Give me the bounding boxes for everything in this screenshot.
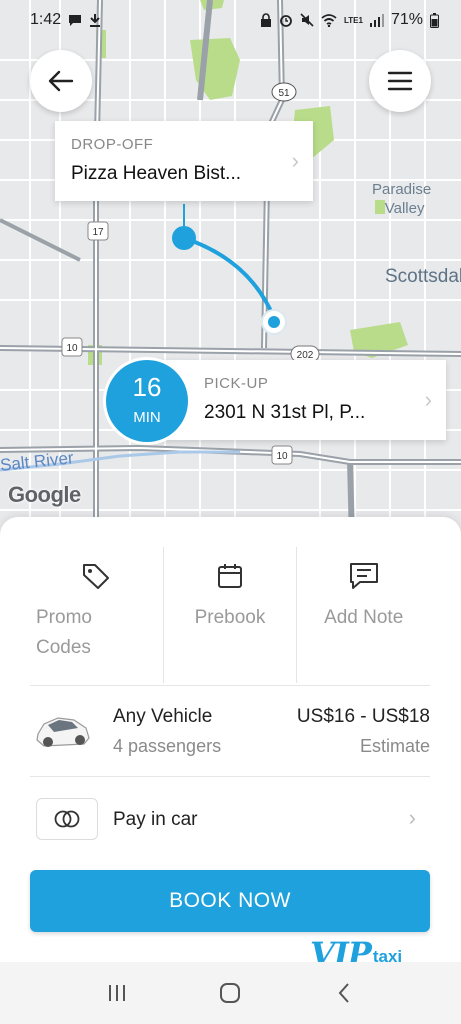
- lock-icon: [261, 13, 271, 27]
- status-bar: 1:42 LTE1 71%: [0, 0, 461, 40]
- shield-17: 17: [92, 227, 104, 238]
- dropoff-address: Pizza Heaven Bist...: [71, 163, 242, 184]
- book-now-button[interactable]: BOOK NOW: [30, 870, 430, 932]
- map-view[interactable]: 17 51 10 202 10 Paradise Valley Scottsda…: [0, 0, 461, 540]
- chevron-right-icon: ›: [291, 148, 299, 173]
- arrow-left-icon: [48, 70, 74, 92]
- back-chevron-icon: [338, 983, 349, 1003]
- shield-10b: 10: [276, 451, 288, 462]
- pickup-card[interactable]: PICK-UP 2301 N 31st Pl, P... ›: [150, 360, 446, 440]
- chevron-right-icon: ›: [424, 387, 432, 412]
- chevron-right-icon: ›: [408, 805, 416, 830]
- car-icon: [36, 717, 90, 747]
- dropoff-label: DROP-OFF: [71, 136, 154, 153]
- hamburger-icon: [387, 71, 413, 91]
- download-icon: [90, 14, 101, 27]
- vehicle-selector[interactable]: Any Vehicle 4 passengers US$16 - US$18 E…: [30, 694, 430, 774]
- battery-percent: 71%: [390, 11, 423, 28]
- add-note-button[interactable]: Add Note: [296, 547, 430, 683]
- mute-icon: [300, 13, 314, 27]
- eta-unit: MIN: [133, 409, 161, 426]
- system-back-button[interactable]: [324, 973, 364, 1013]
- vehicle-passengers: 4 passengers: [113, 736, 222, 756]
- signal-icon: [369, 13, 384, 27]
- payment-method-row[interactable]: Pay in car ›: [30, 789, 430, 849]
- shield-10a: 10: [66, 343, 78, 354]
- network-type: LTE1: [344, 15, 363, 25]
- chat-icon: [69, 14, 82, 26]
- prebook-label: Prebook: [194, 607, 266, 628]
- divider: [30, 685, 430, 686]
- booking-options: Promo Codes Prebook Add Note: [30, 547, 430, 683]
- dropoff-card[interactable]: DROP-OFF Pizza Heaven Bist... ›: [55, 121, 313, 201]
- divider: [30, 776, 430, 777]
- home-button[interactable]: [210, 973, 250, 1013]
- fare-price: US$16 - US$18: [296, 706, 430, 727]
- eta-badge: 16 MIN: [106, 360, 188, 442]
- dropoff-marker: [172, 226, 196, 250]
- home-icon: [220, 983, 241, 1003]
- pickup-label: PICK-UP: [204, 375, 269, 392]
- note-icon: [349, 563, 378, 589]
- recents-icon: [108, 985, 125, 1001]
- status-time: 1:42: [30, 11, 62, 28]
- add-note-label: Add Note: [324, 607, 404, 628]
- cash-circles-icon: [54, 810, 80, 828]
- google-attribution: Google: [8, 482, 81, 507]
- promo-codes-label: Promo Codes: [36, 607, 92, 658]
- tag-icon: [83, 564, 109, 589]
- eta-value: 16: [132, 372, 162, 402]
- map-label-scottsdale: Scottsdale: [385, 266, 461, 287]
- prebook-button[interactable]: Prebook: [162, 547, 297, 683]
- payment-icon-box: [36, 798, 98, 840]
- calendar-icon: [218, 564, 242, 588]
- shield-51: 51: [278, 88, 290, 99]
- alarm-icon: [280, 15, 292, 27]
- fare-estimate-label: Estimate: [359, 736, 430, 756]
- promo-codes-button[interactable]: Promo Codes: [30, 547, 163, 683]
- wifi-icon: [321, 13, 337, 27]
- battery-icon: [430, 12, 439, 28]
- booking-sheet: Promo Codes Prebook Add Note Any Vehicle…: [0, 517, 461, 962]
- recent-apps-button[interactable]: [97, 973, 137, 1013]
- menu-button[interactable]: [369, 50, 431, 112]
- vehicle-name: Any Vehicle: [113, 706, 213, 727]
- system-nav-bar: [0, 962, 461, 1024]
- payment-label: Pay in car: [113, 809, 198, 830]
- map-label-paradise-valley: Paradise Valley: [372, 181, 432, 217]
- pickup-address: 2301 N 31st Pl, P...: [204, 402, 366, 423]
- pickup-marker: [268, 316, 280, 328]
- back-button[interactable]: [30, 50, 92, 112]
